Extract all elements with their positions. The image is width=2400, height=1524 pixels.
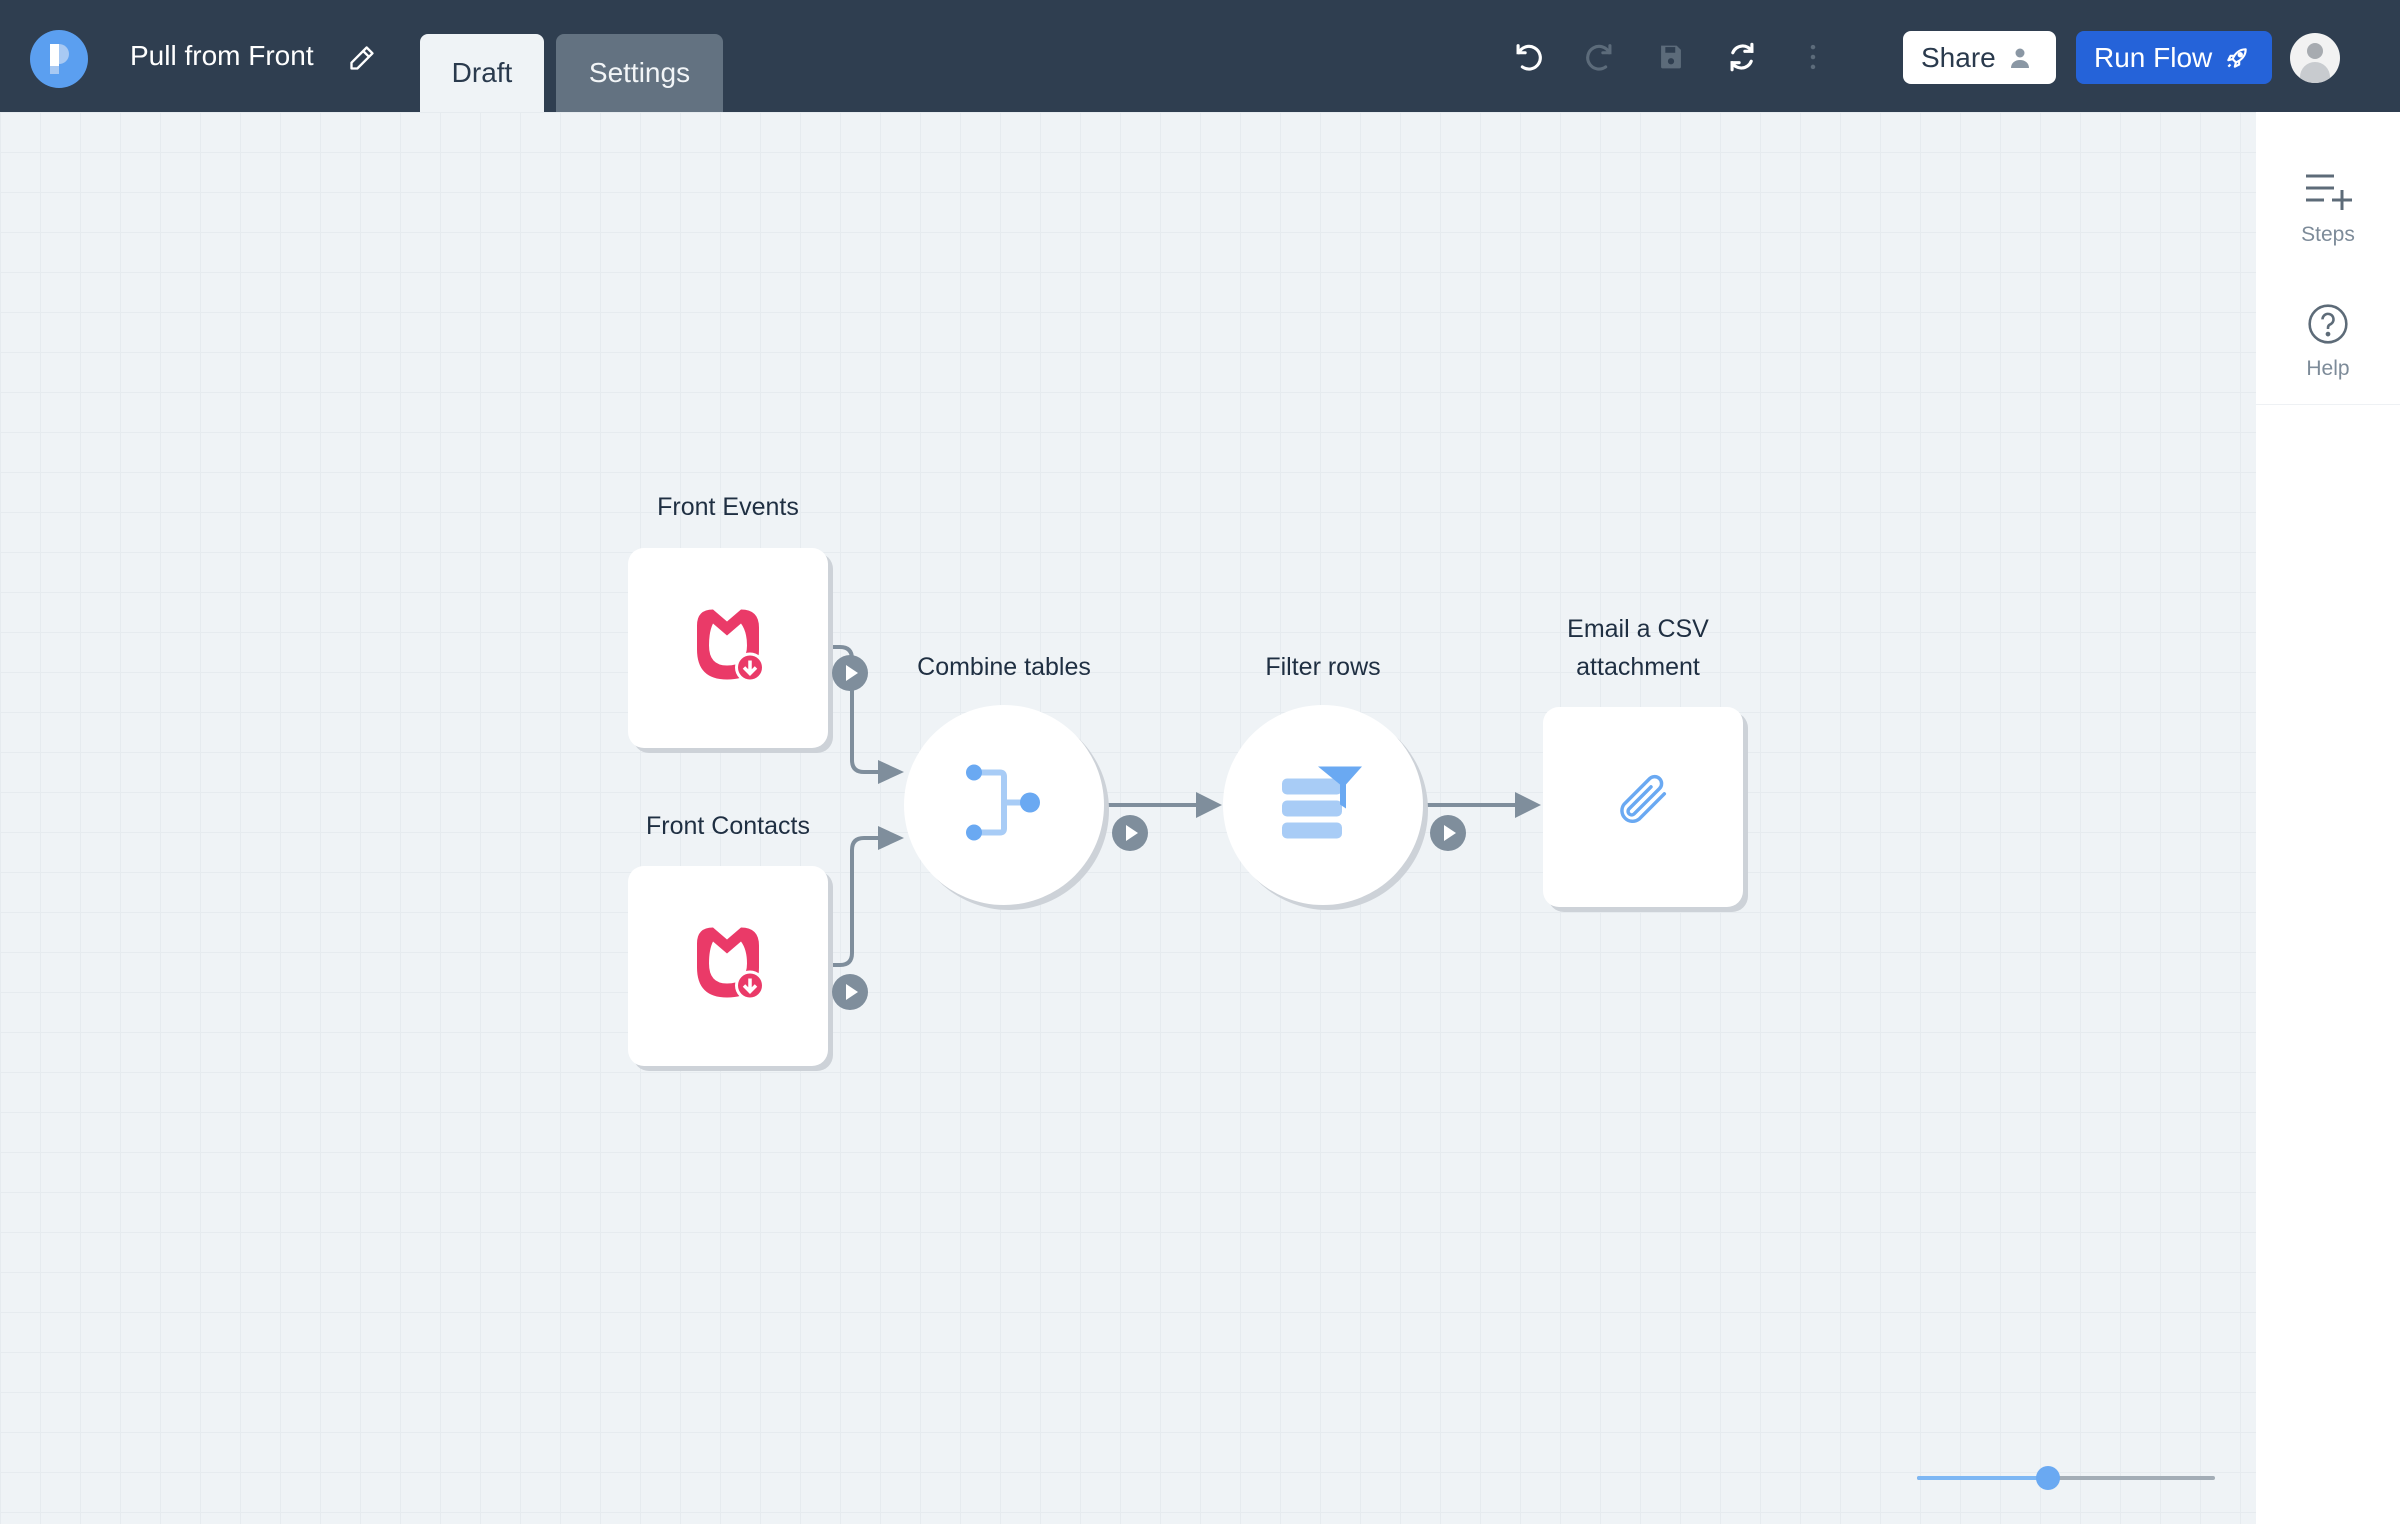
run-step-button[interactable] <box>1430 815 1466 851</box>
node-label-front-contacts: Front Contacts <box>646 812 810 840</box>
redo-icon[interactable] <box>1583 40 1617 74</box>
undo-icon[interactable] <box>1511 40 1545 74</box>
user-icon <box>2010 48 2029 68</box>
merge-icon <box>964 763 1044 848</box>
node-label-email: Email a CSV attachment <box>1503 610 1773 686</box>
node-filter-rows[interactable] <box>1223 705 1423 905</box>
paperclip-icon <box>1611 773 1675 842</box>
node-front-events[interactable] <box>628 548 828 748</box>
sidebar-help-label: Help <box>2306 357 2350 380</box>
front-app-icon <box>683 924 773 1009</box>
front-app-icon <box>683 606 773 691</box>
sidebar-item-help[interactable]: Help <box>2256 302 2400 381</box>
run-step-button[interactable] <box>832 655 868 691</box>
logo-mark-bowl <box>59 44 69 64</box>
app-logo[interactable] <box>30 30 88 88</box>
sidebar-item-steps[interactable]: Steps <box>2256 172 2400 247</box>
rocket-icon <box>2227 47 2248 68</box>
run-step-button[interactable] <box>1112 815 1148 851</box>
node-label-combine: Combine tables <box>917 653 1091 681</box>
flow-title: Pull from Front <box>130 40 314 71</box>
tab-draft[interactable]: Draft <box>420 34 544 112</box>
filter-rows-icon <box>1278 763 1368 848</box>
run-step-button[interactable] <box>832 974 868 1010</box>
node-label-email-line1: Email a CSV <box>1567 615 1709 643</box>
node-combine-tables[interactable] <box>904 705 1104 905</box>
node-email-csv[interactable] <box>1543 707 1743 907</box>
avatar-head <box>2307 43 2323 59</box>
tab-settings[interactable]: Settings <box>556 34 723 112</box>
top-bar: Pull from Front Draft Settings Share Run… <box>0 0 2400 112</box>
more-vertical-icon[interactable] <box>1796 40 1830 74</box>
sidebar-divider <box>2256 404 2400 405</box>
zoom-slider-fill <box>1917 1476 2049 1480</box>
node-label-email-line2: attachment <box>1576 653 1700 681</box>
node-label-filter: Filter rows <box>1265 653 1381 681</box>
node-label-front-events: Front Events <box>657 493 799 521</box>
pencil-icon[interactable] <box>348 44 376 72</box>
run-flow-label: Run Flow <box>2094 41 2213 73</box>
user-avatar[interactable] <box>2290 33 2340 83</box>
save-icon[interactable] <box>1654 40 1688 74</box>
zoom-slider[interactable] <box>1917 1466 2215 1490</box>
node-front-contacts[interactable] <box>628 866 828 1066</box>
share-button[interactable]: Share <box>1903 31 2056 84</box>
run-flow-button[interactable]: Run Flow <box>2076 31 2272 84</box>
help-icon <box>2308 304 2348 344</box>
right-sidebar: Steps Help <box>2256 112 2400 1524</box>
zoom-slider-thumb[interactable] <box>2036 1466 2061 1490</box>
avatar-body <box>2300 62 2330 83</box>
share-label: Share <box>1921 41 1996 73</box>
add-step-icon <box>2306 174 2352 210</box>
logo-mark-stem <box>50 66 59 74</box>
refresh-icon[interactable] <box>1725 40 1759 74</box>
sidebar-steps-label: Steps <box>2301 223 2355 246</box>
